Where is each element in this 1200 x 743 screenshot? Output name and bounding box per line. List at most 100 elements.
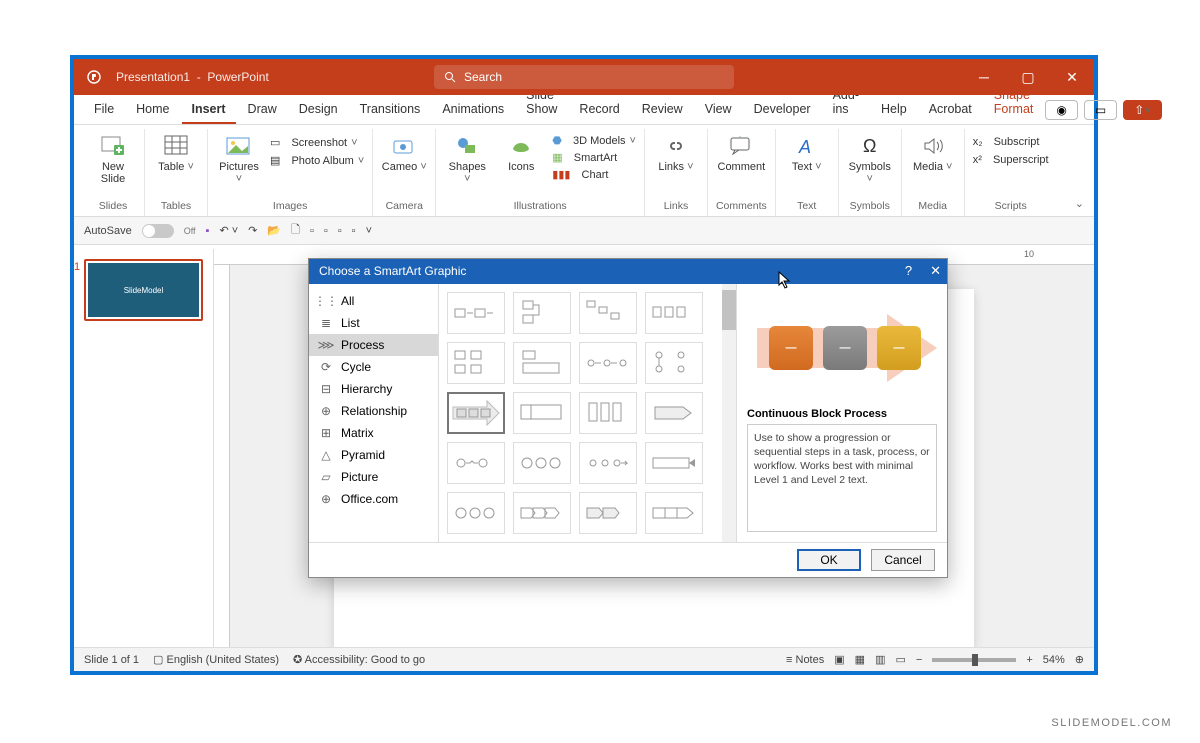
share-button[interactable]: ⇧ ˅ (1123, 100, 1162, 120)
smartart-option[interactable] (447, 442, 505, 484)
cameo-button[interactable]: Cameo ˅ (381, 129, 427, 173)
category-process[interactable]: ⋙Process (309, 334, 438, 356)
3d-models-button[interactable]: ⬣ 3D Models ˅ (552, 133, 636, 148)
accessibility-button[interactable]: ✪ Accessibility: Good to go (293, 653, 425, 666)
tab-developer[interactable]: Developer (744, 96, 821, 124)
close-button[interactable]: ✕ (1050, 59, 1094, 95)
redo-icon[interactable]: ↷ (248, 224, 257, 237)
category-matrix[interactable]: ⊞Matrix (309, 422, 438, 444)
smartart-option[interactable] (579, 492, 637, 534)
qat-icon[interactable]: ▫ (324, 225, 328, 237)
tab-view[interactable]: View (695, 96, 742, 124)
ok-button[interactable]: OK (797, 549, 861, 571)
smartart-option[interactable] (513, 342, 571, 384)
superscript-button[interactable]: x² Superscript (973, 153, 1049, 167)
smartart-option[interactable] (579, 442, 637, 484)
collapse-ribbon-icon[interactable]: ⌄ (1075, 197, 1084, 210)
zoom-in-button[interactable]: + (1026, 654, 1032, 666)
minimize-button[interactable]: ─ (962, 59, 1006, 95)
tab-transitions[interactable]: Transitions (350, 96, 431, 124)
language-button[interactable]: ▢ English (United States) (153, 653, 279, 666)
table-button[interactable]: Table ˅ (153, 129, 199, 173)
smartart-option[interactable] (513, 292, 571, 334)
tab-file[interactable]: File (84, 96, 124, 124)
text-button[interactable]: A Text ˅ (784, 129, 830, 173)
undo-icon[interactable]: ↶ ˅ (219, 224, 238, 237)
tab-design[interactable]: Design (289, 96, 348, 124)
smartart-option[interactable] (645, 492, 703, 534)
tab-acrobat[interactable]: Acrobat (919, 96, 982, 124)
tab-home[interactable]: Home (126, 96, 179, 124)
tab-record[interactable]: Record (569, 96, 629, 124)
smartart-option[interactable] (513, 492, 571, 534)
chart-button[interactable]: ▮▮▮ Chart (552, 167, 636, 182)
qat-icon[interactable]: ▫ (338, 225, 342, 237)
icons-button[interactable]: Icons (498, 129, 544, 173)
smartart-option[interactable] (645, 392, 703, 434)
tab-help[interactable]: Help (871, 96, 917, 124)
tab-review[interactable]: Review (632, 96, 693, 124)
zoom-slider[interactable] (932, 658, 1016, 662)
pictures-button[interactable]: Pictures ˅ (216, 129, 262, 185)
category-office[interactable]: ⊕Office.com (309, 488, 438, 510)
photo-album-button[interactable]: ▤ Photo Album ˅ (270, 153, 364, 168)
new-slide-button[interactable]: New Slide (90, 129, 136, 185)
category-all[interactable]: ⋮⋮All (309, 290, 438, 312)
smartart-option[interactable] (447, 292, 505, 334)
present-button[interactable]: ▭ (1084, 100, 1117, 120)
category-pyramid[interactable]: △Pyramid (309, 444, 438, 466)
recording-button[interactable]: ◉ (1045, 100, 1077, 120)
links-button[interactable]: Links ˅ (653, 129, 699, 173)
search-input[interactable]: Search (434, 65, 734, 89)
smartart-option[interactable] (513, 442, 571, 484)
notes-button[interactable]: ≡ Notes (786, 654, 824, 666)
normal-view-icon[interactable]: ▣ (834, 653, 844, 666)
smartart-option[interactable] (447, 342, 505, 384)
smartart-option[interactable] (645, 342, 703, 384)
tab-draw[interactable]: Draw (238, 96, 287, 124)
tab-animations[interactable]: Animations (432, 96, 514, 124)
grid-scrollbar[interactable] (722, 284, 736, 542)
smartart-option[interactable] (579, 292, 637, 334)
smartart-option[interactable] (579, 392, 637, 434)
smartart-option[interactable] (645, 292, 703, 334)
qat-more-icon[interactable]: ˅ (366, 225, 372, 237)
category-hierarchy[interactable]: ⊟Hierarchy (309, 378, 438, 400)
smartart-option[interactable] (579, 342, 637, 384)
smartart-button[interactable]: ▦ SmartArt (552, 150, 636, 165)
sorter-view-icon[interactable]: ▦ (855, 653, 865, 666)
slide-thumbnail-1[interactable]: 1 SlideModel (84, 259, 203, 321)
group-links: Links ˅ Links (645, 129, 708, 216)
qat-icon[interactable]: ▫ (352, 225, 356, 237)
dialog-title-bar[interactable]: Choose a SmartArt Graphic ? ✕ (309, 259, 947, 284)
shapes-button[interactable]: Shapes ˅ (444, 129, 490, 185)
autosave-toggle[interactable] (142, 224, 174, 238)
comment-button[interactable]: + Comment (718, 129, 764, 173)
cancel-button[interactable]: Cancel (871, 549, 935, 571)
smartart-option[interactable] (645, 442, 703, 484)
reading-view-icon[interactable]: ▥ (875, 653, 885, 666)
slideshow-view-icon[interactable]: ▭ (895, 653, 905, 666)
smartart-option[interactable] (447, 492, 505, 534)
smartart-option[interactable] (513, 392, 571, 434)
category-cycle[interactable]: ⟳Cycle (309, 356, 438, 378)
qat-icon[interactable]: ▫ (310, 225, 314, 237)
zoom-out-button[interactable]: − (916, 654, 922, 666)
open-icon[interactable]: 📂 (267, 224, 281, 237)
category-relationship[interactable]: ⊕Relationship (309, 400, 438, 422)
media-button[interactable]: Media ˅ (910, 129, 956, 173)
subscript-button[interactable]: x₂ Subscript (973, 135, 1040, 149)
maximize-button[interactable]: ▢ (1006, 59, 1050, 95)
save-icon[interactable]: ▪ (206, 225, 210, 237)
fit-to-window-icon[interactable]: ⊕ (1075, 653, 1084, 666)
zoom-level[interactable]: 54% (1043, 654, 1065, 666)
tab-insert[interactable]: Insert (182, 96, 236, 124)
new-icon[interactable]: 🗋 (291, 221, 300, 240)
smartart-option-selected[interactable] (447, 392, 505, 434)
dialog-close-button[interactable]: ✕ (930, 263, 941, 279)
category-picture[interactable]: ▱Picture (309, 466, 438, 488)
category-list[interactable]: ≣List (309, 312, 438, 334)
screenshot-button[interactable]: ▭ Screenshot ˅ (270, 135, 364, 150)
symbols-button[interactable]: Ω Symbols ˅ (847, 129, 893, 185)
dialog-help-button[interactable]: ? (905, 263, 912, 279)
